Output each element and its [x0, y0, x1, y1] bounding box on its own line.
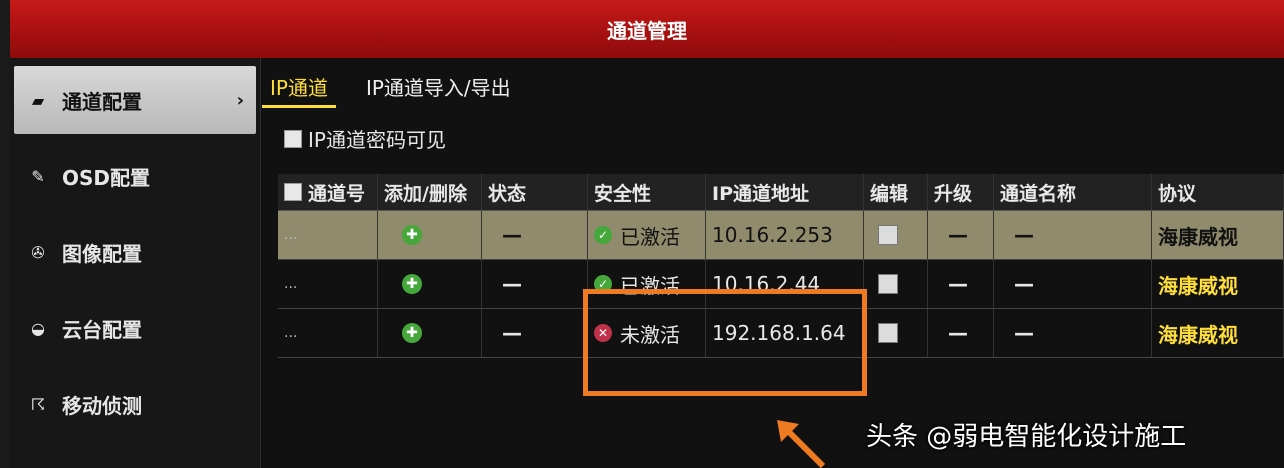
channel-name-cell: —: [994, 260, 1152, 308]
protocol: 海康威视: [1152, 260, 1284, 308]
column-header-label: 通道号: [308, 182, 366, 205]
channel-name-cell: —: [994, 211, 1152, 259]
channel-name: —: [1014, 321, 1034, 345]
column-header-channel-no[interactable]: 通道号: [278, 174, 378, 210]
running-person-icon: ☈: [30, 394, 46, 414]
add-delete-cell: ✚: [378, 309, 482, 357]
status-cell: —: [482, 211, 588, 259]
column-header-add-delete: 添加/删除: [378, 174, 482, 210]
column-header-ip-address: IP通道地址: [706, 174, 864, 210]
upgrade-value: —: [948, 223, 968, 247]
sidebar-item-label: OSD配置: [62, 165, 151, 190]
edit-icon[interactable]: [878, 274, 898, 294]
column-header-protocol: 协议: [1152, 174, 1284, 210]
edit-cell: [864, 309, 928, 357]
add-channel-icon[interactable]: ✚: [402, 225, 422, 245]
tab-ip-channel[interactable]: IP通道: [262, 68, 336, 108]
watermark: 头条 @弱电智能化设计施工: [866, 422, 1187, 452]
window-title: 通道管理: [10, 0, 1284, 58]
edit-cell: [864, 260, 928, 308]
password-visible-checkbox[interactable]: [284, 129, 302, 148]
channel-name: —: [1014, 272, 1034, 296]
status-value: —: [502, 223, 522, 247]
edit-cell: [864, 211, 928, 259]
column-header-channel-name: 通道名称: [994, 174, 1152, 210]
protocol: 海康威视: [1152, 211, 1284, 259]
sidebar-item-osd-config[interactable]: ✎ OSD配置: [14, 142, 256, 210]
status-value: —: [502, 272, 522, 296]
upgrade-value: —: [948, 321, 968, 345]
sidebar-item-label: 通道配置: [62, 89, 142, 114]
protocol: 海康威视: [1152, 309, 1284, 357]
channel-no: ...: [278, 309, 378, 357]
edit-icon[interactable]: [878, 323, 898, 343]
main-content: IP通道 IP通道导入/导出 IP通道密码可见 通道号 添加/删除 状态 安全性…: [262, 58, 1284, 468]
sidebar-item-image-config[interactable]: ✇ 图像配置: [14, 218, 256, 286]
security-cell: ✓ 已激活: [588, 211, 706, 259]
edit-icon[interactable]: [878, 225, 898, 245]
aperture-icon: ✇: [31, 242, 45, 262]
table-header: 通道号 添加/删除 状态 安全性 IP通道地址 编辑 升级 通道名称 协议: [278, 174, 1284, 211]
sidebar-item-ptz-config[interactable]: ◒ 云台配置: [14, 294, 256, 362]
sidebar: ▰ 通道配置 › ✎ OSD配置 ✇ 图像配置 ◒ 云台配置 ☈ 移动侦测: [10, 58, 261, 468]
ip-address: 10.16.2.253: [706, 211, 864, 259]
password-visible-label: IP通道密码可见: [308, 128, 446, 152]
sidebar-item-channel-config[interactable]: ▰ 通道配置 ›: [14, 66, 256, 134]
add-channel-icon[interactable]: ✚: [402, 323, 422, 343]
check-icon: ✓: [594, 226, 612, 244]
status-cell: —: [482, 260, 588, 308]
sidebar-item-motion-detection[interactable]: ☈ 移动侦测: [14, 370, 256, 438]
sidebar-item-label: 云台配置: [62, 317, 142, 342]
sidebar-item-label: 图像配置: [62, 241, 142, 266]
column-header-security: 安全性: [588, 174, 706, 210]
channel-name-cell: —: [994, 309, 1152, 357]
channel-no: ...: [278, 260, 378, 308]
column-header-upgrade: 升级: [928, 174, 994, 210]
ptz-icon: ◒: [31, 318, 45, 338]
upgrade-cell: —: [928, 309, 994, 357]
column-header-edit: 编辑: [864, 174, 928, 210]
security-status: 已激活: [620, 224, 680, 249]
pen-icon: ✎: [31, 166, 45, 186]
window-edge: [0, 0, 10, 468]
camera-icon: ▰: [31, 90, 45, 110]
channel-name: —: [1014, 223, 1034, 247]
select-all-checkbox[interactable]: [284, 183, 302, 201]
add-delete-cell: ✚: [378, 260, 482, 308]
add-channel-icon[interactable]: ✚: [402, 274, 422, 294]
status-value: —: [502, 321, 522, 345]
add-delete-cell: ✚: [378, 211, 482, 259]
tab-bar: IP通道 IP通道导入/导出: [262, 68, 541, 108]
tab-ip-import-export[interactable]: IP通道导入/导出: [358, 68, 519, 108]
column-header-status: 状态: [482, 174, 588, 210]
upgrade-cell: —: [928, 260, 994, 308]
password-visible-option[interactable]: IP通道密码可见: [284, 124, 446, 153]
sidebar-item-label: 移动侦测: [62, 393, 142, 418]
arrow-icon: [777, 420, 826, 468]
table-row[interactable]: ... ✚ — ✓ 已激活 10.16.2.253 — — 海康威视: [278, 211, 1284, 260]
status-cell: —: [482, 309, 588, 357]
channel-no: ...: [278, 211, 378, 259]
upgrade-value: —: [948, 272, 968, 296]
highlight-box: [583, 289, 867, 396]
chevron-right-icon: ›: [236, 89, 244, 111]
upgrade-cell: —: [928, 211, 994, 259]
